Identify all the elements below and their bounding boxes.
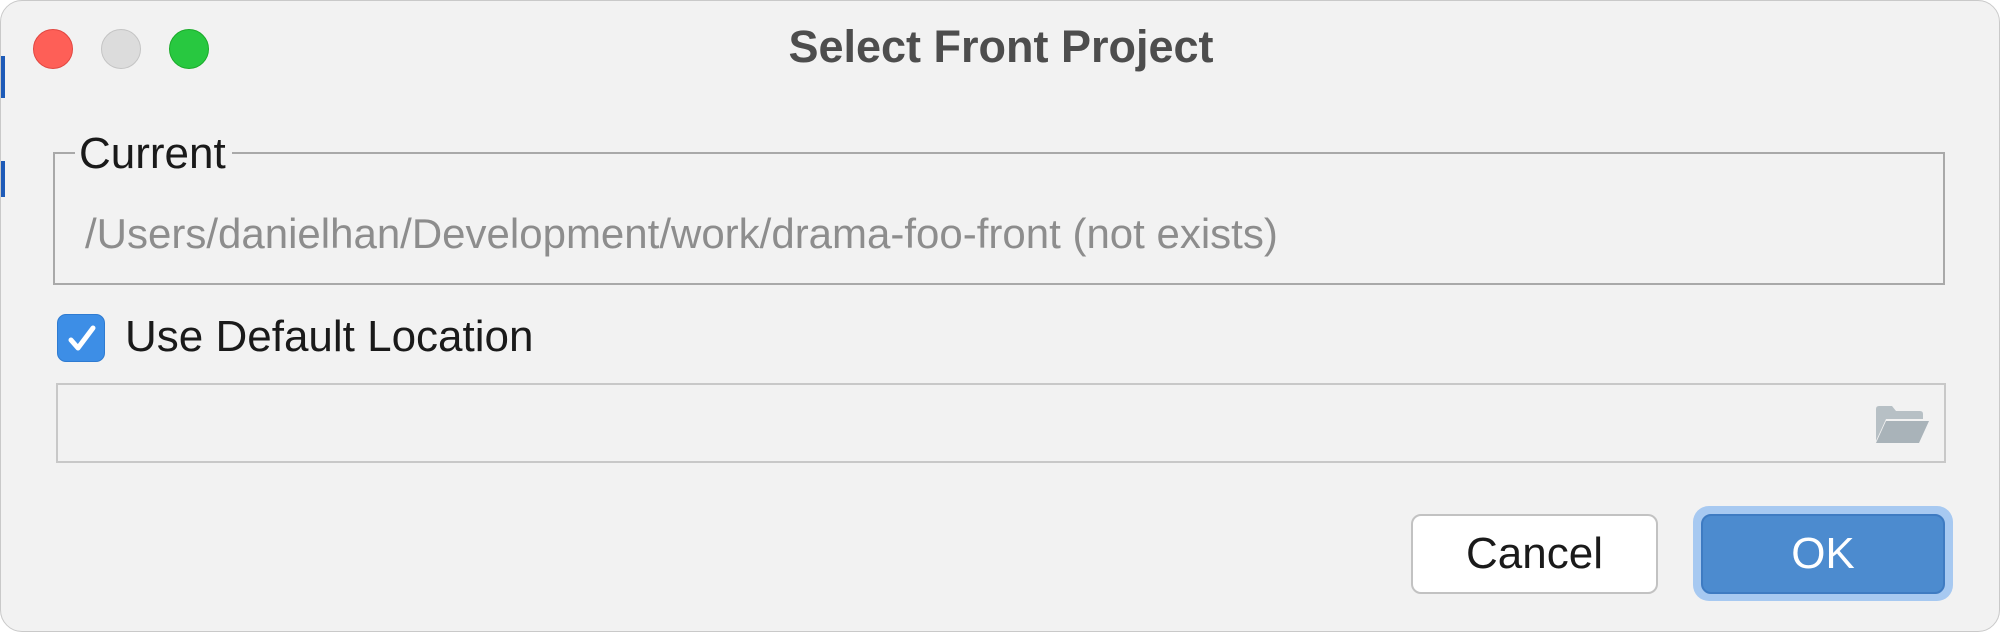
current-group-legend: Current bbox=[75, 127, 232, 181]
cancel-button[interactable]: Cancel bbox=[1411, 514, 1658, 594]
dialog-title: Select Front Project bbox=[788, 21, 1214, 72]
current-project-group: Current /Users/danielhan/Development/wor… bbox=[53, 127, 1945, 285]
ok-button[interactable]: OK bbox=[1701, 514, 1945, 594]
folder-icon[interactable] bbox=[1874, 403, 1930, 445]
use-default-location-checkbox[interactable] bbox=[57, 314, 105, 362]
location-path-field bbox=[56, 383, 1946, 463]
current-project-path: /Users/danielhan/Development/work/drama-… bbox=[85, 210, 1278, 257]
background-window-edge bbox=[1, 161, 5, 197]
select-front-project-dialog: Select Front Project Current /Users/dani… bbox=[0, 0, 2000, 632]
location-path-input[interactable] bbox=[58, 385, 1858, 461]
checkmark-icon bbox=[68, 325, 96, 351]
use-default-location-label[interactable]: Use Default Location bbox=[125, 309, 533, 365]
